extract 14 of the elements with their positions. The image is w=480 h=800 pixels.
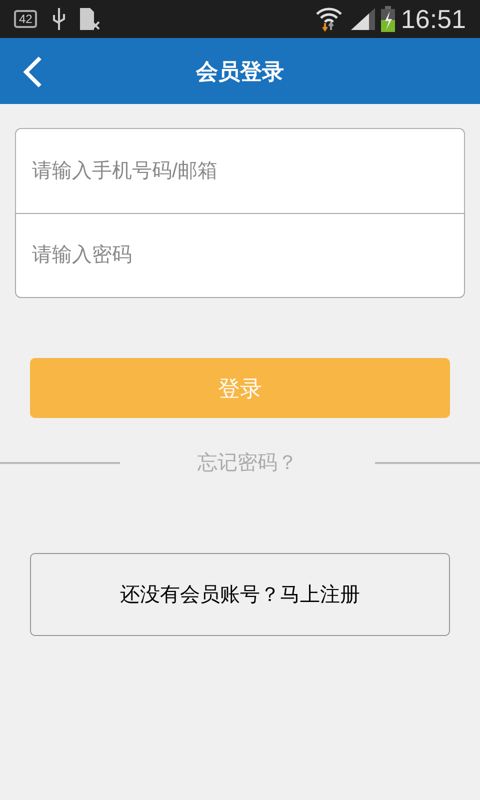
wifi-icon [314, 6, 343, 32]
notification-badge: 42 [14, 10, 38, 28]
register-button[interactable]: 还没有会员账号？马上注册 [30, 553, 450, 636]
input-field[interactable]: 请输入手机号码/邮箱 [15, 128, 465, 213]
page-title: 会员登录 [196, 58, 284, 86]
usb-icon [51, 7, 68, 31]
sim-card-icon [79, 7, 102, 31]
signal-icon [350, 8, 375, 30]
forgot-password-link[interactable]: 忘记密码？ [120, 448, 375, 478]
clock: 16:51 [400, 2, 466, 36]
input-field[interactable]: 请输入密码 [15, 213, 465, 298]
login-button[interactable]: 登录 [30, 358, 450, 418]
battery-icon [380, 6, 395, 32]
back-icon [22, 56, 44, 88]
